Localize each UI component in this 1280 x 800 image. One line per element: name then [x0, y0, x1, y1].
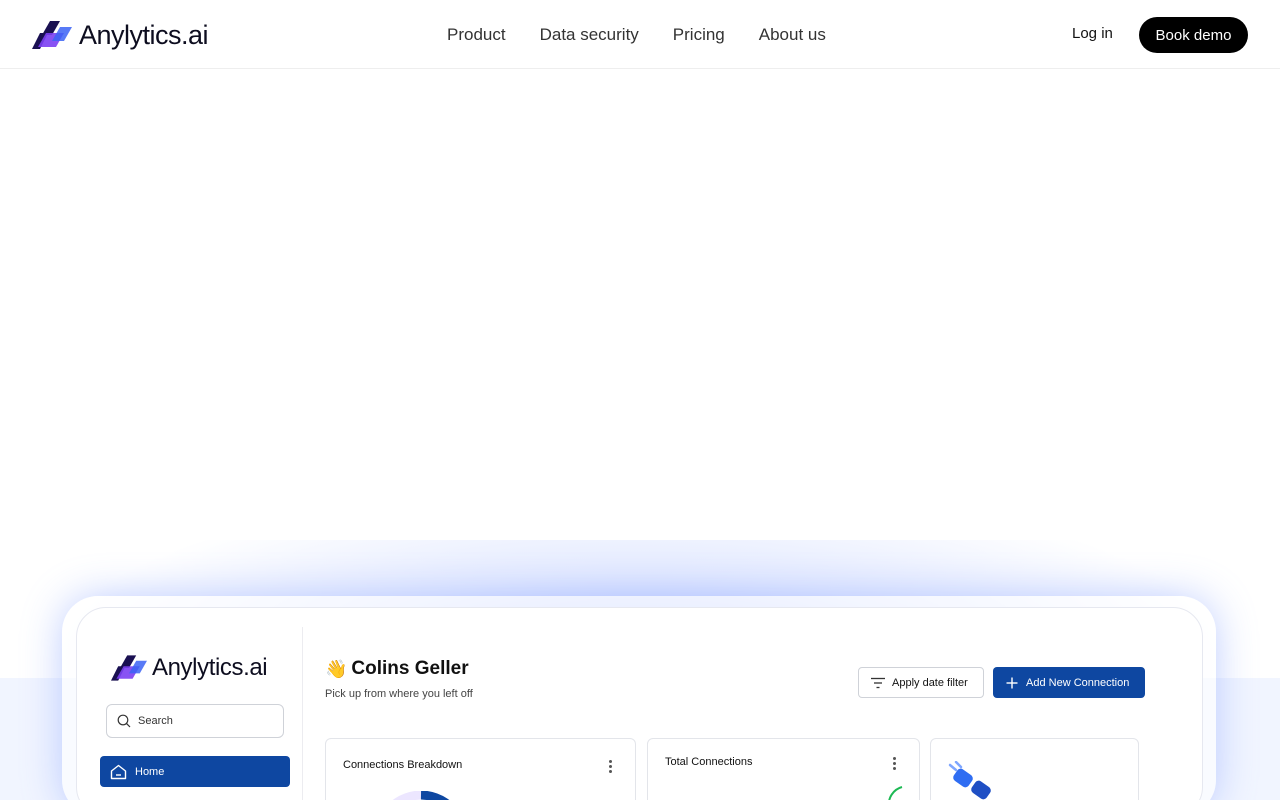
more-options-icon[interactable] [609, 760, 612, 775]
sidebar-divider [302, 627, 303, 800]
nav-item-about-us[interactable]: About us [759, 24, 826, 46]
trend-arc-icon [888, 786, 903, 800]
add-new-connection-label: Add New Connection [1026, 676, 1130, 689]
filter-icon [871, 677, 885, 688]
brand-logo-link[interactable]: Anylytics.ai [32, 18, 209, 52]
login-link[interactable]: Log in [1072, 25, 1113, 43]
sidebar-item-label: Home [135, 765, 165, 778]
card-title: Total Connections [665, 756, 753, 768]
top-navigation: Anylytics.ai Product Data security Prici… [0, 0, 1280, 69]
greeting: 👋 Colins Geller [325, 658, 469, 680]
sidebar-item-home[interactable]: Home [100, 756, 290, 787]
brand-name: Anylytics.ai [79, 19, 209, 50]
dashboard-search-input[interactable]: Search [106, 704, 284, 738]
book-demo-button[interactable]: Book demo [1139, 17, 1248, 53]
nav-item-pricing[interactable]: Pricing [673, 24, 725, 46]
apply-date-filter-label: Apply date filter [892, 676, 968, 689]
dashboard-brand-name: Anylytics.ai [152, 654, 268, 681]
dashboard-brand: Anylytics.ai [111, 654, 268, 682]
search-icon [117, 714, 131, 728]
plug-icon [948, 761, 991, 800]
greeting-subtitle: Pick up from where you left off [325, 688, 473, 700]
donut-chart-icon [392, 791, 450, 800]
anylytics-logo-icon [111, 655, 147, 681]
add-new-connection-button[interactable]: Add New Connection [993, 667, 1145, 698]
apply-date-filter-button[interactable]: Apply date filter [858, 667, 984, 698]
connections-breakdown-card: Connections Breakdown [325, 738, 636, 800]
more-options-icon[interactable] [893, 757, 896, 772]
search-placeholder: Search [138, 715, 173, 727]
nav-item-product[interactable]: Product [447, 24, 506, 46]
plus-icon [1006, 677, 1018, 688]
main-nav: Product Data security Pricing About us [447, 24, 860, 46]
home-icon [110, 764, 127, 779]
greeting-name: Colins Geller [351, 658, 469, 679]
card-title: Connections Breakdown [343, 759, 463, 771]
anylytics-logo-icon [32, 21, 72, 49]
connection-plug-card [930, 738, 1139, 800]
nav-item-data-security[interactable]: Data security [540, 24, 639, 46]
total-connections-card: Total Connections [647, 738, 920, 800]
wave-emoji: 👋 [325, 659, 348, 679]
